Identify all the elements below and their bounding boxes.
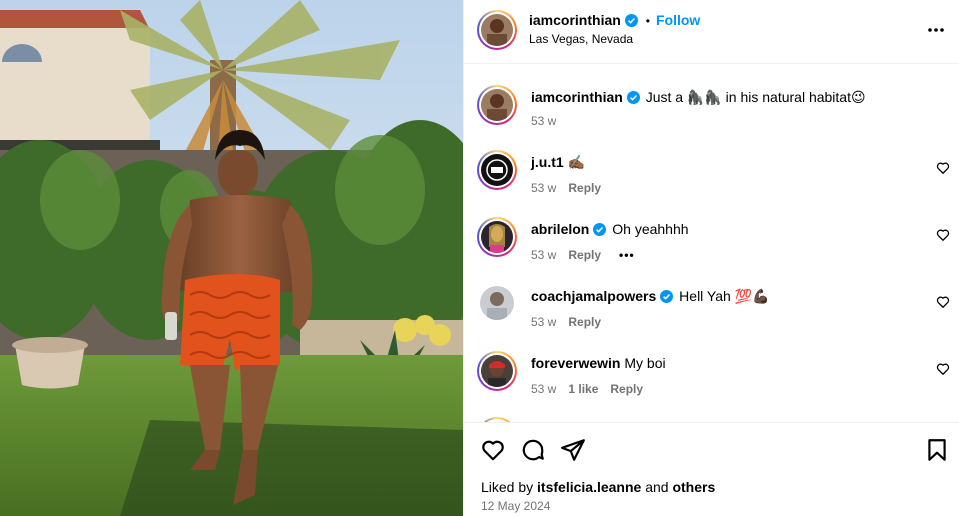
comment-time[interactable]: 53 w	[531, 181, 556, 195]
caption-meta: 53 w	[531, 114, 556, 128]
comment-text-row: abrilelon Oh yeahhhh	[531, 220, 689, 238]
post-header: iamcorinthian • Follow Las Vegas, Nevada	[464, 0, 959, 64]
comment-meta: 53 w 1 like Reply	[531, 382, 643, 396]
avatar-photo	[480, 286, 514, 320]
reply-button[interactable]: Reply	[568, 315, 601, 329]
post-dialog: iamcorinthian • Follow Las Vegas, Nevada i…	[0, 0, 959, 516]
verified-badge-icon	[626, 91, 640, 104]
comment-text: Hell Yah 💯💪🏿	[679, 288, 770, 304]
liked-by-and: and	[645, 479, 669, 495]
comment-bubble-icon[interactable]	[520, 437, 546, 463]
comment-text-row: j.u.t1 ✍🏾	[531, 153, 585, 171]
liked-by-prefix: Liked by	[481, 479, 534, 495]
liked-by-summary: Liked by itsfelicia.leanne and others	[481, 479, 715, 495]
author-username[interactable]: iamcorinthian	[529, 12, 621, 28]
liked-by-others[interactable]: others	[672, 479, 715, 495]
comment-meta: 53 w Reply •••	[531, 248, 635, 262]
share-paper-plane-icon[interactable]	[560, 437, 586, 463]
comment-meta: 53 w Reply	[531, 181, 601, 195]
commenter-avatar[interactable]	[477, 217, 517, 257]
comment-text: Oh yeahhhh	[612, 221, 689, 237]
caption-avatar[interactable]	[477, 85, 517, 125]
post-details-panel: iamcorinthian • Follow Las Vegas, Nevada i…	[463, 0, 959, 516]
comment-username[interactable]: foreverwewin	[531, 355, 620, 371]
avatar-photo	[481, 154, 513, 186]
avatar-photo	[481, 221, 513, 253]
commenter-avatar[interactable]	[480, 286, 514, 320]
comment-username[interactable]: abrilelon	[531, 221, 589, 237]
comment-text-row: foreverwewin My boi	[531, 354, 666, 372]
comment-likes-count[interactable]: 1 like	[568, 382, 598, 396]
post-date[interactable]: 12 May 2024	[481, 499, 550, 513]
comment-time[interactable]: 53 w	[531, 248, 556, 262]
like-comment-heart-icon[interactable]	[936, 228, 950, 242]
comment-text: My boi	[624, 355, 666, 371]
reply-button[interactable]: Reply	[610, 382, 643, 396]
comment-text: ✍🏾	[567, 154, 585, 170]
comments-list[interactable]: iamcorinthian Just a 🦍🦍 in his natural h…	[464, 65, 959, 422]
caption-text: Just a 🦍🦍 in his natural habitat😉	[645, 89, 866, 105]
caption-text-row: iamcorinthian Just a 🦍🦍 in his natural h…	[531, 88, 866, 106]
avatar-photo	[481, 89, 513, 121]
post-location[interactable]: Las Vegas, Nevada	[529, 32, 633, 46]
comment-text-row: coachjamalpowers Hell Yah 💯💪🏿	[531, 287, 770, 305]
comment-time[interactable]: 53 w	[531, 382, 556, 396]
reply-button[interactable]: Reply	[568, 181, 601, 195]
commenter-avatar[interactable]	[477, 351, 517, 391]
comment-username[interactable]: coachjamalpowers	[531, 288, 656, 304]
comment-meta: 53 w Reply	[531, 315, 601, 329]
reply-button[interactable]: Reply	[568, 248, 601, 262]
comment-username[interactable]: j.u.t1	[531, 154, 564, 170]
caption-time[interactable]: 53 w	[531, 114, 556, 128]
verified-badge-icon	[593, 223, 607, 236]
like-heart-icon[interactable]	[480, 437, 506, 463]
follow-button[interactable]: Follow	[656, 12, 700, 28]
verified-badge-icon	[660, 290, 674, 303]
header-title-row: iamcorinthian • Follow	[529, 12, 700, 30]
caption-username[interactable]: iamcorinthian	[531, 89, 623, 105]
comment-options-icon[interactable]: •••	[619, 248, 635, 262]
liked-by-username[interactable]: itsfelicia.leanne	[537, 479, 641, 495]
like-comment-heart-icon[interactable]	[936, 295, 950, 309]
post-photo[interactable]	[0, 0, 463, 516]
avatar-photo	[481, 14, 513, 46]
like-comment-heart-icon[interactable]	[936, 161, 950, 175]
avatar-photo	[481, 355, 513, 387]
verified-badge-icon	[624, 14, 638, 27]
comment-time[interactable]: 53 w	[531, 315, 556, 329]
post-actions: Liked by itsfelicia.leanne and others 12…	[464, 422, 959, 516]
like-comment-heart-icon[interactable]	[936, 362, 950, 376]
commenter-avatar[interactable]	[477, 150, 517, 190]
separator-dot: •	[645, 14, 650, 28]
more-options-icon[interactable]	[926, 20, 946, 40]
save-bookmark-icon[interactable]	[924, 437, 950, 463]
photo-illustration	[0, 0, 463, 516]
author-avatar[interactable]	[477, 10, 517, 50]
